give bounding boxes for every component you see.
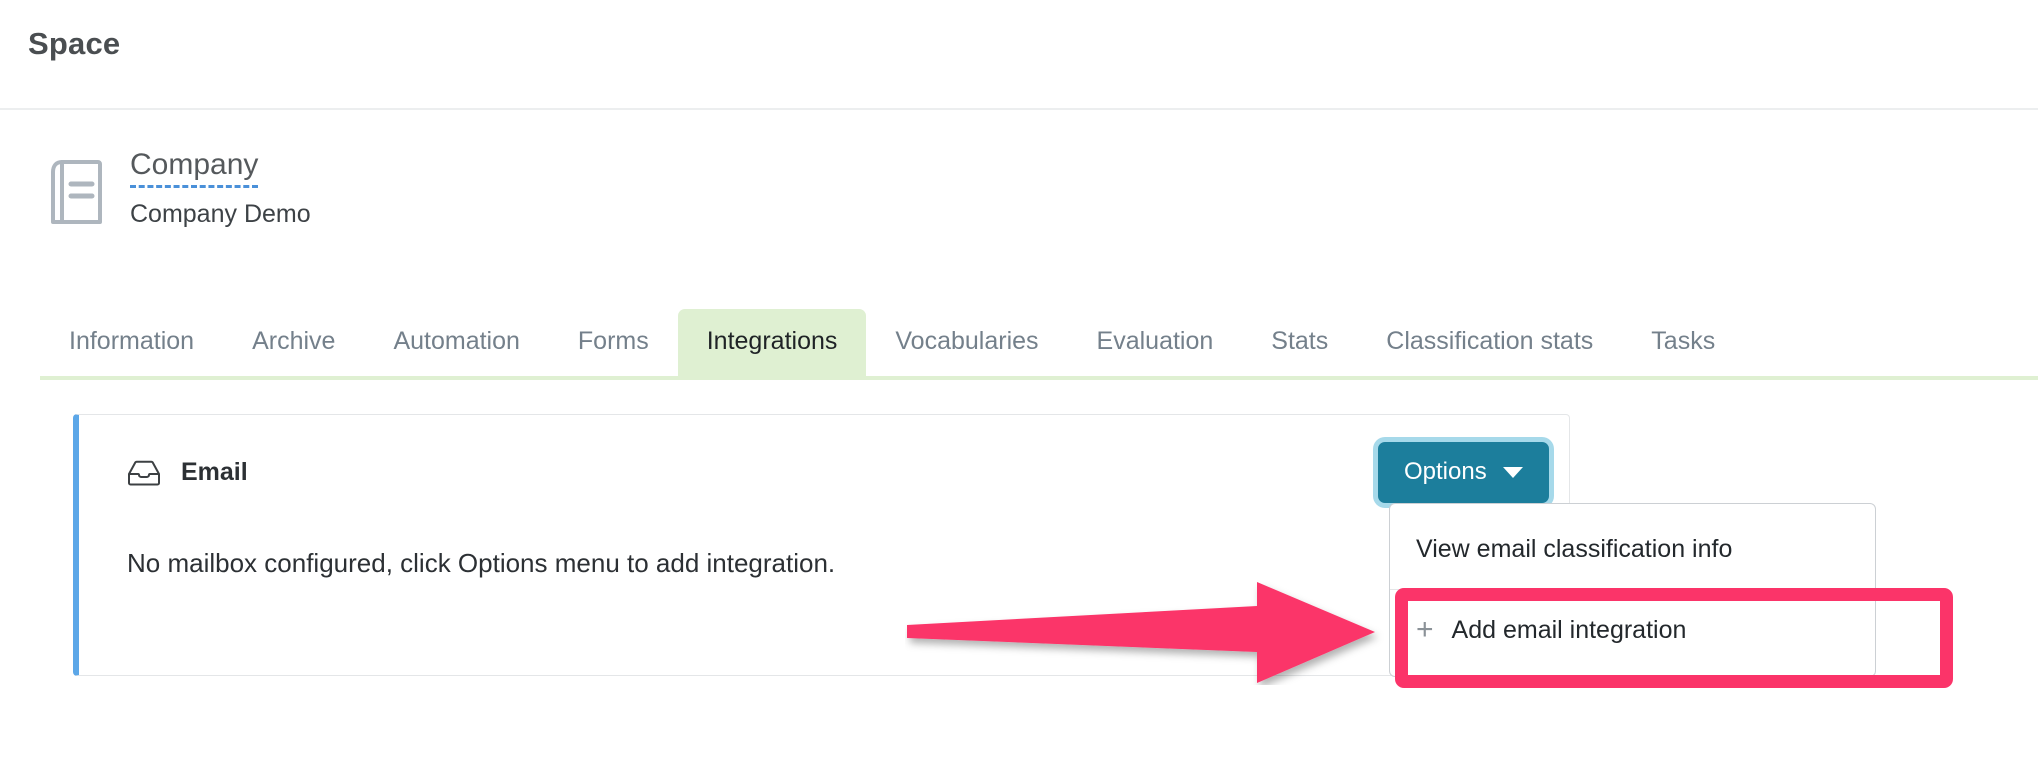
page-title: Space <box>28 26 121 61</box>
menu-divider <box>1390 589 1875 590</box>
space-name-link[interactable]: Company <box>130 148 259 188</box>
space-header: Company Company Demo <box>48 148 311 229</box>
tab-classification-stats[interactable]: Classification stats <box>1357 309 1622 376</box>
options-dropdown-menu: View email classification info + Add ema… <box>1389 503 1876 677</box>
page-root: Space Company Company Demo Information A… <box>0 0 2038 762</box>
space-subtitle: Company Demo <box>130 199 311 228</box>
options-button-label: Options <box>1404 458 1487 485</box>
card-header: Email <box>127 458 248 487</box>
menu-item-add-email-integration[interactable]: + Add email integration <box>1390 598 1875 662</box>
tab-tasks[interactable]: Tasks <box>1622 309 1744 376</box>
menu-item-label: View email classification info <box>1416 535 1733 563</box>
tab-evaluation[interactable]: Evaluation <box>1068 309 1243 376</box>
card-body-text: No mailbox configured, click Options men… <box>127 548 836 578</box>
plus-icon: + <box>1416 613 1434 646</box>
space-meta: Company Company Demo <box>130 148 311 229</box>
options-button-wrap: Options <box>1378 442 1549 503</box>
book-icon <box>48 156 104 228</box>
tab-archive[interactable]: Archive <box>223 309 364 376</box>
tab-integrations[interactable]: Integrations <box>677 309 867 376</box>
card-title: Email <box>181 458 248 486</box>
inbox-tray-icon <box>127 460 161 486</box>
menu-item-view-email-classification-info[interactable]: View email classification info <box>1390 518 1875 581</box>
tab-vocabularies[interactable]: Vocabularies <box>866 309 1067 376</box>
tab-information[interactable]: Information <box>40 309 223 376</box>
topbar: Space <box>0 0 2038 110</box>
menu-item-label: Add email integration <box>1451 615 1687 644</box>
tab-automation[interactable]: Automation <box>364 309 548 376</box>
tab-forms[interactable]: Forms <box>549 309 678 376</box>
tab-stats[interactable]: Stats <box>1242 309 1357 376</box>
email-integration-card: Email No mailbox configured, click Optio… <box>73 414 1570 676</box>
tab-bar: Information Archive Automation Forms Int… <box>40 298 2038 380</box>
options-button[interactable]: Options <box>1378 442 1549 503</box>
chevron-down-icon <box>1502 466 1523 478</box>
